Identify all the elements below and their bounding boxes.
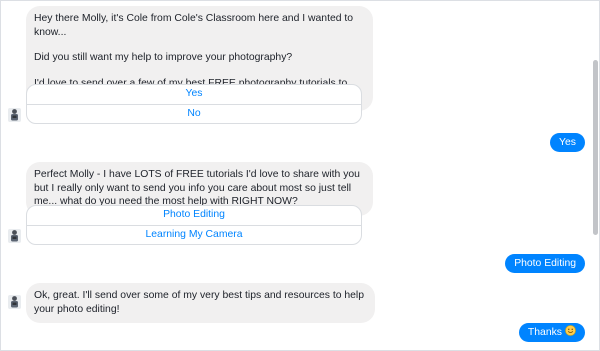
message-text: Ok, great. I'll send over some of my ver… (34, 290, 365, 315)
sender-avatar[interactable] (8, 295, 21, 309)
person-photo-icon (8, 229, 21, 243)
person-photo-icon (8, 295, 21, 309)
sender-avatar[interactable] (8, 229, 21, 243)
outgoing-message-bubble: Yes (550, 133, 585, 152)
quick-reply-group: Yes No (26, 84, 362, 124)
incoming-message-bubble: Ok, great. I'll send over some of my ver… (26, 283, 375, 323)
quick-reply-group: Photo Editing Learning My Camera (26, 205, 362, 245)
scrollbar[interactable] (593, 60, 598, 235)
message-text: Hey there Molly, it's Cole from Cole's C… (34, 13, 354, 38)
quick-reply-yes-button[interactable]: Yes (27, 85, 361, 104)
smiling-face-emoji-icon (565, 324, 576, 343)
message-text: Perfect Molly - I have LOTS of FREE tuto… (34, 169, 360, 207)
outgoing-message-bubble: Thanks (518, 323, 585, 343)
sender-avatar[interactable] (8, 108, 21, 122)
person-photo-icon (8, 108, 21, 122)
quick-reply-photo-editing-button[interactable]: Photo Editing (27, 206, 361, 225)
outgoing-message-bubble: Photo Editing (505, 254, 585, 273)
quick-reply-no-button[interactable]: No (27, 103, 361, 124)
quick-reply-learning-camera-button[interactable]: Learning My Camera (27, 224, 361, 245)
message-text: Thanks (527, 327, 562, 338)
message-text: Did you still want my help to improve yo… (34, 52, 293, 63)
